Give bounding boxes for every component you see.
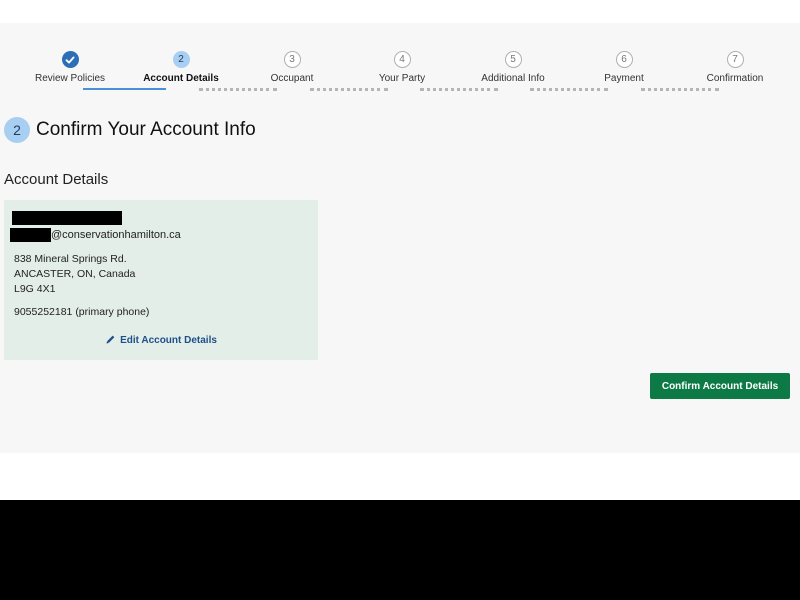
redacted-name bbox=[12, 211, 122, 225]
stepper-connector bbox=[530, 88, 608, 91]
step-label: Payment bbox=[604, 73, 644, 84]
step-label: Additional Info bbox=[481, 73, 545, 84]
redacted-email-user bbox=[10, 228, 51, 242]
edit-account-details-link[interactable]: Edit Account Details bbox=[4, 334, 318, 346]
check-icon bbox=[65, 56, 75, 63]
step-complete-circle bbox=[61, 51, 79, 68]
black-region bbox=[0, 500, 800, 600]
step-number-circle: 3 bbox=[283, 51, 301, 68]
step-label: Confirmation bbox=[706, 73, 764, 84]
email-row: @conservationhamilton.ca bbox=[10, 228, 181, 242]
address-line2: ANCASTER, ON, Canada bbox=[14, 268, 136, 280]
step-label: Account Details bbox=[143, 73, 219, 84]
step-payment[interactable]: 6 Payment bbox=[569, 51, 679, 84]
step-occupant[interactable]: 3 Occupant bbox=[237, 51, 347, 84]
postal-code: L9G 4X1 bbox=[14, 283, 56, 295]
step-additional-info[interactable]: 5 Additional Info bbox=[458, 51, 568, 84]
page-title: Confirm Your Account Info bbox=[36, 119, 256, 140]
address-line1: 838 Mineral Springs Rd. bbox=[14, 253, 127, 265]
email-domain: @conservationhamilton.ca bbox=[51, 229, 181, 241]
pencil-icon bbox=[106, 335, 115, 344]
confirm-account-details-button[interactable]: Confirm Account Details bbox=[650, 373, 790, 399]
account-details-card: @conservationhamilton.ca 838 Mineral Spr… bbox=[4, 200, 318, 360]
step-label: Occupant bbox=[270, 73, 314, 84]
step-confirmation[interactable]: 7 Confirmation bbox=[680, 51, 790, 84]
stepper-connector bbox=[199, 88, 277, 91]
step-your-party[interactable]: 4 Your Party bbox=[347, 51, 457, 84]
step-number-circle: 6 bbox=[615, 51, 633, 68]
step-number-circle: 4 bbox=[393, 51, 411, 68]
stepper-connector bbox=[310, 88, 388, 91]
edit-link-label: Edit Account Details bbox=[120, 335, 217, 346]
section-number-badge: 2 bbox=[4, 117, 30, 143]
primary-phone: 9055252181 (primary phone) bbox=[14, 306, 150, 318]
progress-stepper: Review Policies 2 Account Details 3 Occu… bbox=[0, 51, 800, 111]
stepper-connector bbox=[641, 88, 719, 91]
account-details-heading: Account Details bbox=[4, 171, 109, 188]
section-header: 2 Confirm Your Account Info bbox=[4, 117, 256, 143]
step-account-details[interactable]: 2 Account Details bbox=[126, 51, 236, 84]
step-number-circle: 7 bbox=[726, 51, 744, 68]
step-label: Review Policies bbox=[34, 73, 106, 84]
step-label: Your Party bbox=[378, 73, 426, 84]
step-number-circle: 2 bbox=[172, 51, 190, 68]
step-review-policies[interactable]: Review Policies bbox=[15, 51, 125, 84]
stepper-connector bbox=[420, 88, 498, 91]
mailing-address: 838 Mineral Springs Rd. ANCASTER, ON, Ca… bbox=[14, 252, 135, 297]
step-number-circle: 5 bbox=[504, 51, 522, 68]
stepper-connector bbox=[83, 88, 166, 90]
